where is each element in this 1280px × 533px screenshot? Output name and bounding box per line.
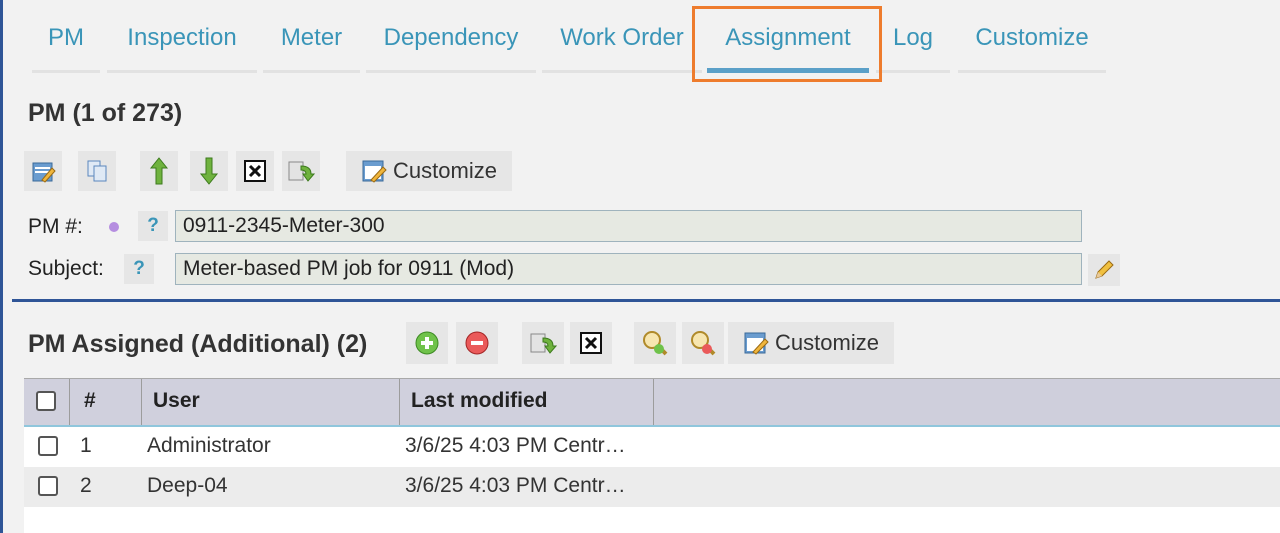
tab-dependency[interactable]: Dependency xyxy=(366,8,536,73)
delete-icon xyxy=(244,160,266,182)
customize-icon xyxy=(362,160,387,183)
column-header-number[interactable]: # xyxy=(70,379,142,425)
pm-section-title: PM (1 of 273) xyxy=(28,99,183,127)
delete-icon xyxy=(580,332,602,354)
row-number: 2 xyxy=(80,474,92,497)
copy-button[interactable] xyxy=(78,151,116,191)
edit-button[interactable] xyxy=(24,151,62,191)
row-checkbox[interactable] xyxy=(38,436,58,456)
row-last-modified: 3/6/25 4:03 PM Centr… xyxy=(405,434,626,457)
customize-label: Customize xyxy=(393,158,497,183)
refresh-icon xyxy=(288,161,315,182)
section-divider xyxy=(12,299,1280,302)
table-row[interactable]: 1 Administrator 3/6/25 4:03 PM Centr… xyxy=(24,427,1280,467)
row-checkbox[interactable] xyxy=(38,476,58,496)
tab-log[interactable]: Log xyxy=(876,8,950,73)
copy-icon xyxy=(87,160,107,182)
pm-toolbar: Customize xyxy=(24,151,524,191)
table-row[interactable]: 2 Deep-04 3/6/25 4:03 PM Centr… xyxy=(24,467,1280,507)
tab-assignment[interactable]: Assignment xyxy=(707,8,869,73)
row-user: Administrator xyxy=(147,434,271,457)
zoom-in-icon xyxy=(643,331,668,356)
pm-number-help-button[interactable]: ? xyxy=(138,211,168,241)
delete-button[interactable] xyxy=(236,151,274,191)
required-dot-icon xyxy=(109,222,119,232)
grid-body: 1 Administrator 3/6/25 4:03 PM Centr… 2 … xyxy=(24,427,1280,533)
subject-label: Subject: xyxy=(28,257,104,280)
tab-customize[interactable]: Customize xyxy=(958,8,1106,73)
grid-header: # User Last modified xyxy=(24,378,1280,428)
zoom-out-button[interactable] xyxy=(682,322,724,364)
pencil-icon xyxy=(1095,260,1114,279)
tab-work-order[interactable]: Work Order xyxy=(542,8,702,73)
assigned-section-title: PM Assigned (Additional) (2) xyxy=(28,330,368,358)
tab-meter[interactable]: Meter xyxy=(263,8,360,73)
zoom-in-button[interactable] xyxy=(634,322,676,364)
left-border xyxy=(0,0,3,533)
subject-field[interactable]: Meter-based PM job for 0911 (Mod) xyxy=(175,253,1082,285)
edit-icon xyxy=(32,162,56,183)
select-all-checkbox[interactable] xyxy=(36,391,56,411)
customize-label: Customize xyxy=(775,330,879,355)
move-up-button[interactable] xyxy=(140,151,178,191)
arrow-down-icon xyxy=(199,157,219,185)
add-button[interactable] xyxy=(406,322,448,364)
remove-icon xyxy=(465,331,489,355)
assigned-customize-button[interactable]: Customize xyxy=(728,322,894,364)
refresh-icon xyxy=(530,333,557,354)
add-icon xyxy=(415,331,439,355)
arrow-up-icon xyxy=(149,157,169,185)
tab-pm[interactable]: PM xyxy=(32,8,100,73)
zoom-out-icon xyxy=(691,331,716,356)
customize-button[interactable]: Customize xyxy=(346,151,512,191)
tab-inspection[interactable]: Inspection xyxy=(107,8,257,73)
column-header-last-modified[interactable]: Last modified xyxy=(400,379,654,425)
select-all-cell xyxy=(24,379,70,425)
move-down-button[interactable] xyxy=(190,151,228,191)
edit-subject-button[interactable] xyxy=(1088,254,1120,286)
refresh-button[interactable] xyxy=(282,151,320,191)
subject-help-button[interactable]: ? xyxy=(124,254,154,284)
assigned-delete-button[interactable] xyxy=(570,322,612,364)
remove-button[interactable] xyxy=(456,322,498,364)
row-number: 1 xyxy=(80,434,92,457)
pm-number-field[interactable]: 0911-2345-Meter-300 xyxy=(175,210,1082,242)
row-user: Deep-04 xyxy=(147,474,228,497)
row-last-modified: 3/6/25 4:03 PM Centr… xyxy=(405,474,626,497)
customize-icon xyxy=(744,332,769,355)
pm-number-label: PM #: xyxy=(28,215,83,238)
assigned-refresh-button[interactable] xyxy=(522,322,564,364)
assigned-toolbar: Customize xyxy=(406,322,896,364)
column-header-user[interactable]: User xyxy=(142,379,400,425)
